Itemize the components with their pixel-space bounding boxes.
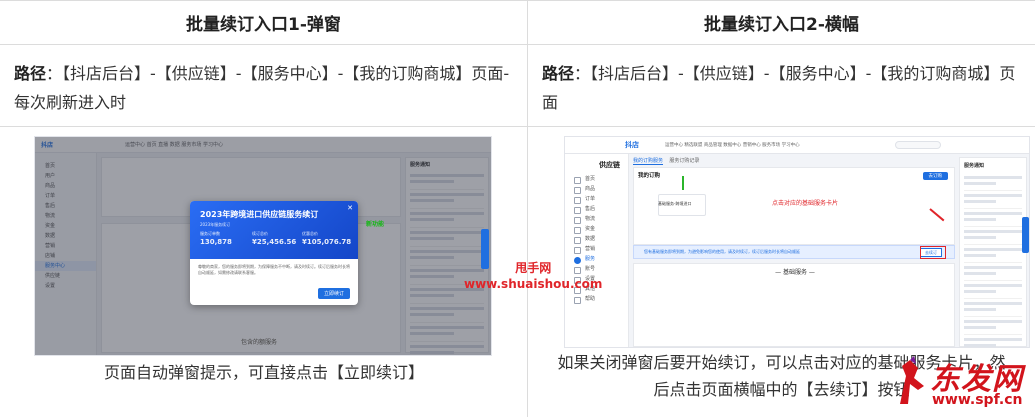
sidebar-item[interactable]: 售后 <box>565 204 628 214</box>
stat-renew-price: 续订总价 ¥25,456.56 <box>252 231 297 246</box>
top-bar: 抖店 运营中心 精选联盟 商品管理 数据中心 营销中心 服务市场 学习中心 <box>565 137 1029 154</box>
right-panel: 服务通知 <box>959 157 1027 347</box>
basic-services-card: — 基础服务 — <box>633 263 955 347</box>
path-text: ：【抖店后台】-【供应链】-【服务中心】-【我的订购商城】页面 <box>542 64 1016 112</box>
bottom-text: 包含的额服务 <box>241 339 278 346</box>
search-input[interactable] <box>895 141 941 149</box>
notice-item <box>964 284 1022 299</box>
notice-item <box>964 212 1022 227</box>
sidebar-item[interactable]: 物流 <box>565 214 628 224</box>
stat-discount-price: 优惠总价 ¥105,076.78 <box>302 231 352 246</box>
renewal-modal: 2023年跨境进口供应链服务续订 2023年服务续订 ✕ 服务订单数 130,87… <box>190 201 358 305</box>
logo: 抖店 <box>625 141 639 149</box>
notice-item <box>964 194 1022 209</box>
red-arrow <box>929 208 945 222</box>
path-label: 路径 <box>14 64 47 83</box>
horse-logo-icon <box>900 356 924 404</box>
top-nav: 运营中心 精选联盟 商品管理 数据中心 营销中心 服务市场 学习中心 <box>665 143 800 148</box>
right-panel-title: 服务通知 <box>964 163 985 169</box>
notice-item <box>964 176 1022 191</box>
floating-help-button[interactable] <box>1022 217 1029 253</box>
close-icon[interactable]: ✕ <box>347 204 353 212</box>
modal-subtitle: 2023年服务续订 <box>200 222 231 227</box>
sidebar-item[interactable]: 资金 <box>565 224 628 234</box>
path-description: 路径：【抖店后台】-【供应链】-【服务中心】-【我的订购商城】页面-每次刷新进入… <box>0 45 527 127</box>
path-label: 路径 <box>542 64 575 83</box>
main-area: 我的订购服务 服务订购记录 我的订购 去订购 基础服务-跨境进口 点击对应的基础… <box>633 157 955 347</box>
service-label: 基础服务-跨境进口 <box>658 201 692 206</box>
red-annotation: 点击对应的基础服务卡片 <box>772 200 839 207</box>
green-tag: 新功能 <box>366 221 385 228</box>
column-heading: 批量续订入口1-弹窗 <box>0 1 527 45</box>
notice-item <box>964 266 1022 281</box>
sidebar-item[interactable]: 商品 <box>565 184 628 194</box>
sidebar-item[interactable]: 订单 <box>565 194 628 204</box>
banner-text: 您有基础服务即将到期，为避免影响您的使用，请及时续订，续订后服务时长将自动顺延 <box>644 249 800 254</box>
modal-body: 尊敬的商家，您的服务即将到期，为保障服务不中断，请及时续订。续订后服务时长将自动… <box>198 264 350 275</box>
modal-title: 2023年跨境进口供应链服务续订 <box>200 210 319 219</box>
highlight-box <box>920 246 946 259</box>
column-popup: 批量续订入口1-弹窗 路径：【抖店后台】-【供应链】-【服务中心】-【我的订购商… <box>0 1 528 417</box>
notice-item <box>964 248 1022 263</box>
notice-item <box>964 230 1022 245</box>
order-button[interactable]: 去订购 <box>922 172 948 180</box>
watermark-site-name: 甩手网 <box>515 261 552 275</box>
renewal-banner: 您有基础服务即将到期，为避免影响您的使用，请及时续订，续订后服务时长将自动顺延 … <box>633 245 955 259</box>
sidebar: 供应链 首页 商品 订单 售后 物流 资金 数据 营销 服务 账号 设置 其他 帮助 <box>565 154 629 347</box>
comparison-table: 批量续订入口1-弹窗 路径：【抖店后台】-【供应链】-【服务中心】-【我的订购商… <box>0 0 1035 417</box>
watermark-brand: 东发网 www.spf.cn <box>896 350 1035 416</box>
path-description: 路径：【抖店后台】-【供应链】-【服务中心】-【我的订购商城】页面 <box>528 45 1035 127</box>
renew-now-button[interactable]: 立即续订 <box>317 288 350 299</box>
sidebar-item[interactable]: 首页 <box>565 174 628 184</box>
caption: 页面自动弹窗提示，可直接点击【立即续订】 <box>103 363 424 382</box>
notice-item <box>964 320 1022 335</box>
modal-header: 2023年跨境进口供应链服务续订 2023年服务续订 ✕ 服务订单数 130,87… <box>190 201 358 259</box>
sidebar-title: 供应链 <box>599 161 620 169</box>
sidebar-item[interactable]: 帮助 <box>565 294 628 304</box>
my-subscriptions-card: 我的订购 去订购 基础服务-跨境进口 点击对应的基础服务卡片 <box>633 167 955 245</box>
basic-services-title: — 基础服务 — <box>775 269 815 276</box>
screenshot-popup: 抖店 运营中心 首页 直播 数据 服务市场 学习中心 首页 用户 商品 订单 售后 物流资… <box>34 136 492 356</box>
screenshot-banner: 抖店 运营中心 精选联盟 商品管理 数据中心 营销中心 服务市场 学习中心 供应… <box>564 136 1030 348</box>
screenshot-cell: 抖店 运营中心 首页 直播 数据 服务市场 学习中心 首页 用户 商品 订单 售后 物流资… <box>0 127 527 417</box>
path-text: ：【抖店后台】-【供应链】-【服务中心】-【我的订购商城】页面-每次刷新进入时 <box>14 64 510 112</box>
tab-my-services[interactable]: 我的订购服务 <box>633 158 664 165</box>
brand-url: www.spf.cn <box>932 392 1023 408</box>
green-arrow <box>682 176 684 190</box>
notice-item <box>964 338 1022 347</box>
stat-orders: 服务订单数 130,878 <box>200 231 232 246</box>
sidebar-item[interactable]: 数据 <box>565 234 628 244</box>
sidebar-item[interactable]: 营销 <box>565 244 628 254</box>
notice-item <box>964 302 1022 317</box>
tabs: 我的订购服务 服务订购记录 <box>633 157 955 165</box>
card-title: 我的订购 <box>638 173 661 179</box>
tab-order-records[interactable]: 服务订购记录 <box>669 158 699 164</box>
watermark-site-url: www.shuaishou.com <box>464 277 603 291</box>
watermark-shuaishou: 甩手网 www.shuaishou.com <box>464 260 602 292</box>
column-heading: 批量续订入口2-横幅 <box>528 1 1035 45</box>
